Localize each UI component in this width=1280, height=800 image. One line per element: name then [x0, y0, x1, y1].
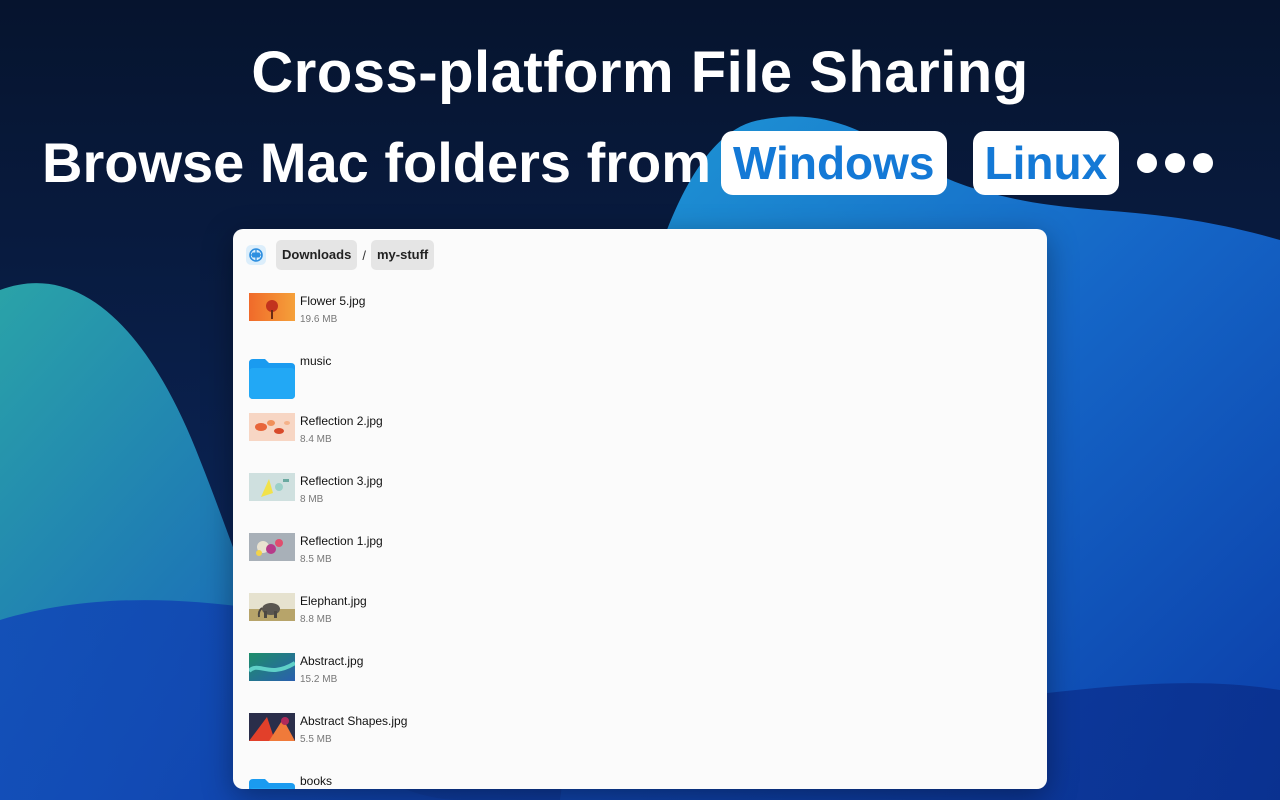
file-list: Flower 5.jpg 19.6 MB music Reflection 2.… [249, 289, 1029, 789]
file-row-reflection-3[interactable]: Reflection 3.jpg 8 MB [249, 469, 1029, 529]
image-thumbnail [249, 593, 295, 621]
file-row-flower-5[interactable]: Flower 5.jpg 19.6 MB [249, 289, 1029, 349]
hero-subtitle: Browse Mac folders from Windows Linux [42, 130, 1214, 196]
file-row-reflection-2[interactable]: Reflection 2.jpg 8.4 MB [249, 409, 1029, 469]
file-size: 19.6 MB [300, 314, 338, 325]
file-row-reflection-1[interactable]: Reflection 1.jpg 8.5 MB [249, 529, 1029, 589]
file-size: 15.2 MB [300, 674, 338, 685]
image-thumbnail [249, 653, 295, 681]
image-thumbnail [249, 473, 295, 501]
folder-row-books[interactable]: books [249, 769, 1029, 789]
breadcrumb-downloads[interactable]: Downloads [276, 240, 358, 270]
platform-badge-windows: Windows [721, 131, 947, 195]
file-name: Reflection 3.jpg [300, 474, 383, 488]
toolbar: Downloads / my-stuff [233, 229, 1047, 281]
breadcrumb-separator: / [362, 247, 366, 263]
folder-row-music[interactable]: music [249, 349, 1029, 409]
file-row-abstract[interactable]: Abstract.jpg 15.2 MB [249, 649, 1029, 709]
file-name: Abstract Shapes.jpg [300, 714, 408, 728]
file-name: Reflection 2.jpg [300, 414, 383, 428]
hero-title: Cross-platform File Sharing [251, 40, 1029, 105]
file-name: Reflection 1.jpg [300, 534, 383, 548]
folder-name: music [300, 354, 332, 368]
image-thumbnail [249, 413, 295, 441]
folder-icon [249, 359, 295, 399]
breadcrumb-my-stuff[interactable]: my-stuff [370, 240, 435, 270]
image-thumbnail [249, 293, 295, 321]
file-size: 8.4 MB [300, 434, 332, 445]
file-name: Flower 5.jpg [300, 294, 366, 308]
image-thumbnail [249, 713, 295, 741]
hero-subtitle-text: Browse Mac folders from [42, 131, 712, 194]
file-size: 8.8 MB [300, 614, 332, 625]
file-name: Elephant.jpg [300, 594, 367, 608]
file-size: 5.5 MB [300, 734, 332, 745]
file-browser-window: Downloads / my-stuff Flower 5.jpg 19.6 M… [233, 229, 1047, 789]
file-row-elephant[interactable]: Elephant.jpg 8.8 MB [249, 589, 1029, 649]
ellipsis-icon [1137, 153, 1214, 173]
file-share-app-icon[interactable] [245, 244, 267, 266]
file-name: Abstract.jpg [300, 654, 364, 668]
folder-icon [249, 779, 295, 789]
file-size: 8 MB [300, 494, 324, 505]
folder-name: books [300, 774, 333, 788]
file-size: 8.5 MB [300, 554, 332, 565]
image-thumbnail [249, 533, 295, 561]
file-row-abstract-shapes[interactable]: Abstract Shapes.jpg 5.5 MB [249, 709, 1029, 769]
platform-badge-linux: Linux [972, 131, 1120, 195]
